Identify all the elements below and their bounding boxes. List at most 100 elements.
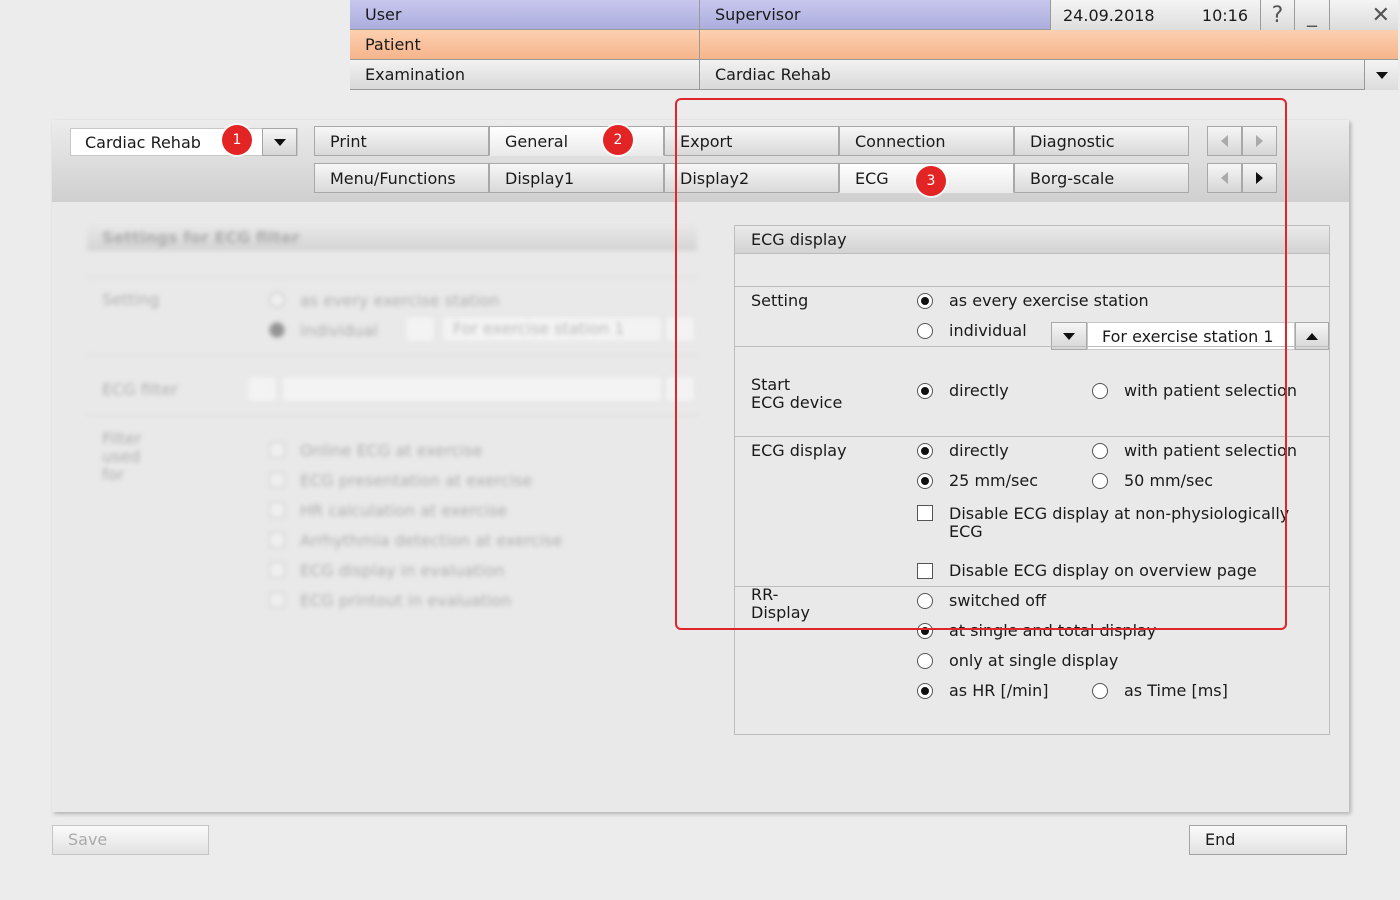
program-dropdown-button[interactable] [262, 128, 297, 156]
time-text: 10:16 [1201, 5, 1248, 25]
radio-unselected[interactable] [1092, 683, 1108, 699]
radio-selected[interactable] [917, 473, 933, 489]
patient-value [700, 30, 1398, 59]
tab-menu-functions[interactable]: Menu/Functions [314, 163, 489, 193]
radio-unselected[interactable] [1092, 383, 1108, 399]
used-for-item: Arrhythmia detection at exercise [300, 531, 563, 550]
setting-every-station-option[interactable]: as every exercise station [917, 292, 1149, 310]
setting-label: Setting [751, 291, 809, 310]
start-ecg-label: Start ECG device [751, 375, 843, 412]
filter-station-field: For exercise station 1 [442, 316, 662, 342]
ecg-display-title: ECG display [735, 226, 1329, 254]
filter-station-up [665, 316, 695, 342]
close-icon: ✕ [1371, 2, 1390, 28]
tab-display1[interactable]: Display1 [489, 163, 664, 193]
radio-selected[interactable] [917, 443, 933, 459]
help-button[interactable]: ? [1260, 0, 1294, 30]
end-button[interactable]: End [1189, 825, 1347, 855]
filter-individual-radio [269, 322, 285, 338]
close-button[interactable]: ✕ [1329, 0, 1398, 30]
radio-selected[interactable] [917, 293, 933, 309]
used-for-check [269, 442, 285, 458]
filter-dd-right [665, 376, 695, 402]
used-for-label: Filter used for [102, 429, 142, 484]
tab-borg-scale[interactable]: Borg-scale [1014, 163, 1189, 193]
rr-switched-off-option[interactable]: switched off [917, 592, 1046, 610]
tab-print[interactable]: Print [314, 126, 489, 156]
checkbox-unchecked[interactable] [917, 505, 933, 521]
used-for-item: Online ECG at exercise [300, 441, 483, 460]
checkbox-unchecked[interactable] [917, 563, 933, 579]
minimize-icon: _ [1307, 3, 1317, 27]
radio-unselected[interactable] [917, 653, 933, 669]
tabs-row1-prev-button[interactable] [1207, 126, 1242, 156]
tabs-row2-next-button[interactable] [1242, 163, 1277, 193]
ecg-display-label: ECG display [751, 441, 847, 460]
rr-display-label: RR- Display [751, 585, 810, 622]
radio-selected[interactable] [917, 683, 933, 699]
annotation-badge-1: 1 [222, 125, 252, 155]
filter-label: ECG filter [102, 380, 178, 399]
display-patient-selection-option[interactable]: with patient selection [1092, 442, 1297, 460]
tab-display2[interactable]: Display2 [664, 163, 839, 193]
speed-25-option[interactable]: 25 mm/sec [917, 472, 1038, 490]
arrow-left-icon [1221, 135, 1228, 147]
tab-diagnostic[interactable]: Diagnostic [1014, 126, 1189, 156]
divider [87, 277, 697, 278]
divider [735, 346, 1329, 347]
examination-value: Cardiac Rehab [715, 65, 831, 84]
radio-unselected[interactable] [1092, 443, 1108, 459]
date-text: 24.09.2018 [1063, 5, 1155, 25]
tabs-row2-prev-button[interactable] [1207, 163, 1242, 193]
radio-selected[interactable] [917, 383, 933, 399]
chevron-down-icon [273, 138, 286, 146]
used-for-item: HR calculation at exercise [300, 501, 508, 520]
examination-dropdown-button[interactable] [1364, 60, 1398, 90]
rr-single-total-option[interactable]: at single and total display [917, 622, 1156, 640]
patient-row[interactable]: Patient [350, 30, 1398, 60]
divider [735, 286, 1329, 287]
radio-unselected[interactable] [1092, 473, 1108, 489]
filter-setting-label: Setting [102, 290, 160, 309]
divider [87, 415, 697, 416]
examination-row: Examination Cardiac Rehab [350, 60, 1398, 90]
filter-field [282, 376, 662, 402]
ecg-display-group: ECG display Setting as every exercise st… [734, 225, 1330, 735]
settings-panel: Cardiac Rehab Print General Export Conne… [52, 120, 1349, 812]
setting-individual-option[interactable]: individual [917, 322, 1027, 340]
rr-single-only-option[interactable]: only at single display [917, 652, 1118, 670]
tab-connection[interactable]: Connection [839, 126, 1014, 156]
chevron-up-icon [1306, 332, 1318, 340]
used-for-item: ECG printout in evaluation [300, 591, 512, 610]
disable-nonphysiological-option[interactable]: Disable ECG display at non-physiological… [917, 505, 1289, 541]
save-button[interactable]: Save [52, 825, 209, 855]
chevron-down-icon [1375, 71, 1388, 79]
used-for-check [269, 592, 285, 608]
start-directly-option[interactable]: directly [917, 382, 1009, 400]
tabs-row1-next-button[interactable] [1242, 126, 1277, 156]
used-for-item: ECG presentation at exercise [300, 471, 533, 490]
tab-export[interactable]: Export [664, 126, 839, 156]
start-patient-selection-option[interactable]: with patient selection [1092, 382, 1297, 400]
examination-label: Examination [350, 60, 700, 89]
arrow-left-icon [1221, 172, 1228, 184]
user-label: User [350, 0, 700, 29]
tab-general[interactable]: General [489, 126, 664, 156]
used-for-check [269, 472, 285, 488]
radio-unselected[interactable] [917, 323, 933, 339]
divider [735, 436, 1329, 437]
help-icon: ? [1271, 2, 1284, 28]
used-for-check [269, 532, 285, 548]
divider [87, 355, 697, 356]
used-for-check [269, 562, 285, 578]
disable-overview-option[interactable]: Disable ECG display on overview page [917, 562, 1257, 580]
filter-individual-label: individual [300, 321, 378, 340]
radio-unselected[interactable] [917, 593, 933, 609]
rr-as-time-option[interactable]: as Time [ms] [1092, 682, 1228, 700]
display-directly-option[interactable]: directly [917, 442, 1009, 460]
minimize-button[interactable]: _ [1294, 0, 1329, 30]
rr-as-hr-option[interactable]: as HR [/min] [917, 682, 1049, 700]
radio-selected[interactable] [917, 623, 933, 639]
divider [735, 586, 1329, 587]
speed-50-option[interactable]: 50 mm/sec [1092, 472, 1213, 490]
